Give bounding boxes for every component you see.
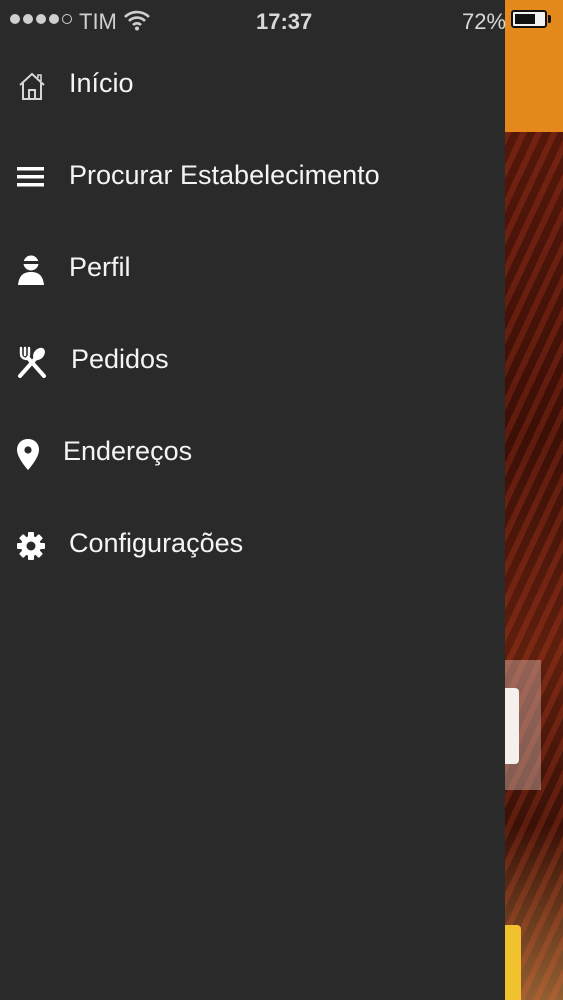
background-food-image (505, 132, 563, 1000)
background-button (505, 925, 521, 1000)
menu-item-procurar-estabelecimento[interactable]: Procurar Estabelecimento (0, 132, 505, 224)
signal-dot (10, 14, 20, 24)
home-icon (19, 72, 45, 100)
background-app-overlay[interactable] (505, 0, 563, 1000)
menu-item-label: Início (69, 68, 134, 98)
signal-strength-icon (10, 14, 72, 24)
menu-item-label: Pedidos (71, 344, 169, 374)
menu-item-perfil[interactable]: Perfil (0, 224, 505, 316)
fork-spoon-icon (18, 346, 46, 378)
signal-dot (23, 14, 33, 24)
menu-item-label: Perfil (69, 252, 131, 282)
user-icon (18, 255, 44, 285)
map-pin-icon (17, 439, 39, 470)
signal-dot (49, 14, 59, 24)
carrier-name: TIM (79, 9, 117, 34)
battery-level (515, 14, 535, 24)
background-search-box (505, 688, 519, 764)
drawer-menu: Início Procurar Estabelecimento Perfil P… (0, 40, 505, 592)
menu-item-label: Procurar Estabelecimento (69, 160, 380, 190)
menu-item-label: Configurações (69, 528, 244, 558)
status-bar: TIM 17:37 72% (0, 0, 563, 42)
signal-dot (62, 14, 72, 24)
app-screen: Início Procurar Estabelecimento Perfil P… (0, 0, 563, 1000)
clock: 17:37 (256, 9, 313, 34)
menu-lines-icon (17, 167, 44, 187)
signal-dot (36, 14, 46, 24)
menu-item-inicio[interactable]: Início (0, 40, 505, 132)
wifi-icon (124, 10, 150, 31)
menu-item-configuracoes[interactable]: Configurações (0, 500, 505, 592)
menu-item-enderecos[interactable]: Endereços (0, 408, 505, 500)
menu-item-pedidos[interactable]: Pedidos (0, 316, 505, 408)
battery-tip (548, 15, 551, 23)
battery-percent: 72% (462, 9, 507, 34)
battery-icon (511, 10, 547, 28)
menu-item-label: Endereços (63, 436, 193, 466)
gear-icon (17, 532, 45, 560)
side-drawer: Início Procurar Estabelecimento Perfil P… (0, 0, 505, 1000)
